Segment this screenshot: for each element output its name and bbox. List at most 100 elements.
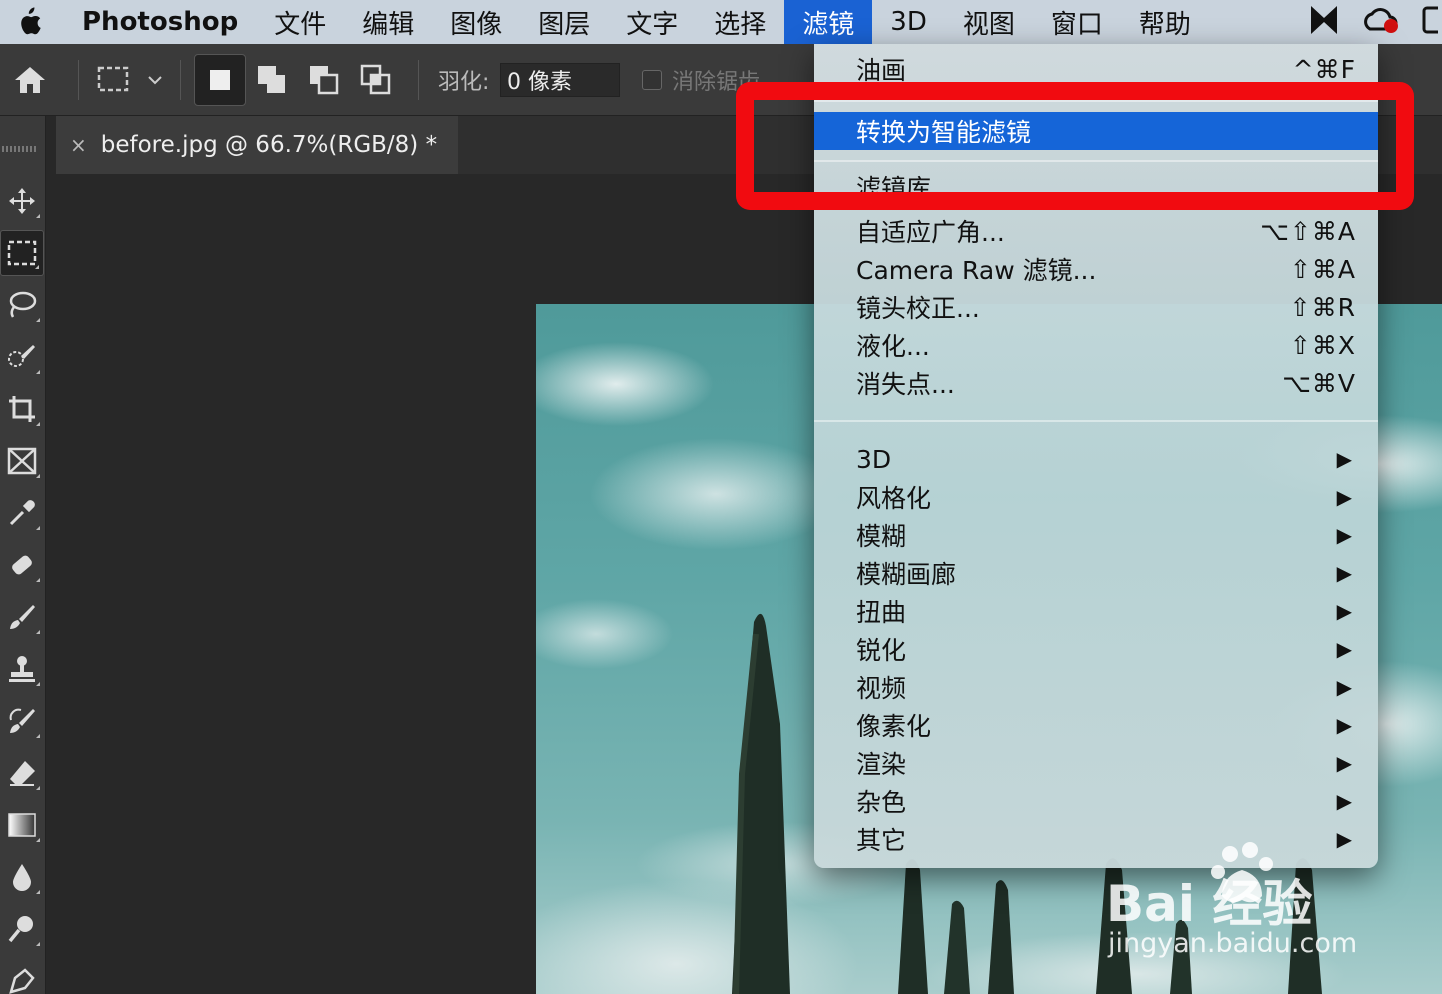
brush-tool-icon[interactable] [0,594,44,640]
menu-image[interactable]: 图像 [432,0,520,44]
add-selection-button[interactable] [256,44,288,116]
marquee-preset-icon[interactable] [96,44,132,116]
menu-edit[interactable]: 编辑 [344,0,432,44]
document-title: before.jpg @ 66.7%(RGB/8) * [100,132,438,158]
creative-cloud-icon[interactable] [1360,5,1400,39]
submenu-arrow-icon: ▶ [1336,713,1352,737]
menu-item-label: 液化... [856,332,930,361]
menu-bar: Photoshop 文件 编辑 图像 图层 文字 选择 滤镜 3D 视图 窗口 … [0,0,1442,44]
menu-item-lens-correction[interactable]: 镜头校正... ⇧⌘R [814,288,1378,326]
bookmark-icon[interactable] [1310,5,1338,39]
menu-item-label: 3D [856,444,892,474]
menu-item-shortcut: ^⌘F [1292,54,1356,84]
menu-item-adaptive-wide-angle[interactable]: 自适应广角... ⌥⇧⌘A [814,212,1378,250]
paw-icon [1211,842,1273,903]
antialias-checkbox[interactable] [642,70,662,90]
submenu-arrow-icon: ▶ [1336,447,1352,471]
apple-icon[interactable] [0,0,58,44]
gradient-tool-icon[interactable] [0,802,44,848]
menu-item-label: 镜头校正... [856,294,980,323]
new-selection-button[interactable] [194,54,246,106]
menu-item-label: 锐化 [856,636,907,665]
submenu-distort[interactable]: 扭曲 ▶ [814,592,1378,630]
submenu-noise[interactable]: 杂色 ▶ [814,782,1378,820]
menu-item-label: 风格化 [856,484,932,513]
history-brush-tool-icon[interactable] [0,698,44,744]
dodge-tool-icon[interactable] [0,906,44,952]
chevron-down-icon[interactable] [146,44,164,116]
marquee-tool-icon[interactable] [0,230,44,276]
menu-item-camera-raw[interactable]: Camera Raw 滤镜... ⇧⌘A [814,250,1378,288]
status-area [1310,0,1442,44]
tools-panel [0,116,46,994]
panel-grip[interactable] [2,146,36,152]
eraser-tool-icon[interactable] [0,750,44,796]
menu-select[interactable]: 选择 [696,0,784,44]
menu-item-vanishing-point[interactable]: 消失点... ⌥⌘V [814,364,1378,402]
submenu-arrow-icon: ▶ [1336,523,1352,547]
menu-item-label: 模糊画廊 [856,560,957,589]
submenu-render[interactable]: 渲染 ▶ [814,744,1378,782]
crop-tool-icon[interactable] [0,386,44,432]
menu-item-label: 其它 [856,826,907,855]
submenu-arrow-icon: ▶ [1336,675,1352,699]
menu-item-label: 杂色 [856,788,907,817]
menu-item-label: 自适应广角... [856,218,1005,247]
submenu-3d[interactable]: 3D ▶ [814,440,1378,478]
screen-icon[interactable] [1422,5,1442,39]
submenu-arrow-icon: ▶ [1336,561,1352,585]
document-tab[interactable]: × before.jpg @ 66.7%(RGB/8) * [56,116,458,174]
menu-item-shortcut: ⌥⌘V [1282,368,1356,398]
menu-item-liquify[interactable]: 液化... ⇧⌘X [814,326,1378,364]
submenu-arrow-icon: ▶ [1336,637,1352,661]
menu-file[interactable]: 文件 [256,0,344,44]
menu-item-shortcut: ⇧⌘A [1289,254,1356,284]
move-tool-icon[interactable] [0,178,44,224]
annotation-highlight-box [736,82,1414,210]
baidu-jingyan-watermark: Bai 经验 jingyan.baidu.com [1106,840,1406,970]
watermark-url: jingyan.baidu.com [1108,928,1358,959]
menu-3d[interactable]: 3D [872,0,945,44]
menu-item-label: 视频 [856,674,907,703]
submenu-arrow-icon: ▶ [1336,789,1352,813]
clone-stamp-tool-icon[interactable] [0,646,44,692]
submenu-blur-gallery[interactable]: 模糊画廊 ▶ [814,554,1378,592]
intersect-selection-button[interactable] [360,44,392,116]
submenu-pixelate[interactable]: 像素化 ▶ [814,706,1378,744]
menu-item-label: 像素化 [856,712,932,741]
pen-tool-icon[interactable] [0,958,44,994]
menu-item-shortcut: ⌥⇧⌘A [1260,216,1356,246]
menu-item-label: 模糊 [856,522,907,551]
submenu-stylize[interactable]: 风格化 ▶ [814,478,1378,516]
subtract-selection-button[interactable] [308,44,340,116]
quick-select-tool-icon[interactable] [0,334,44,380]
menu-layer[interactable]: 图层 [520,0,608,44]
menu-item-label: Camera Raw 滤镜... [856,256,1097,285]
menu-help[interactable]: 帮助 [1121,0,1209,44]
submenu-blur[interactable]: 模糊 ▶ [814,516,1378,554]
healing-brush-tool-icon[interactable] [0,542,44,588]
close-tab-icon[interactable]: × [70,133,87,157]
eyedropper-tool-icon[interactable] [0,490,44,536]
blur-tool-icon[interactable] [0,854,44,900]
menu-window[interactable]: 窗口 [1033,0,1121,44]
feather-input[interactable] [500,63,620,97]
menu-item-label: 扭曲 [856,598,907,627]
feather-label: 羽化: [438,70,490,95]
lasso-tool-icon[interactable] [0,282,44,328]
menu-item-label: 渲染 [856,750,907,779]
menu-filter[interactable]: 滤镜 [784,0,873,44]
frame-tool-icon[interactable] [0,438,44,484]
submenu-sharpen[interactable]: 锐化 ▶ [814,630,1378,668]
menu-view[interactable]: 视图 [945,0,1033,44]
menu-item-shortcut: ⇧⌘X [1289,330,1356,360]
home-icon[interactable] [12,44,48,116]
menu-type[interactable]: 文字 [608,0,696,44]
submenu-arrow-icon: ▶ [1336,485,1352,509]
app-name[interactable]: Photoshop [58,7,256,37]
submenu-arrow-icon: ▶ [1336,599,1352,623]
menu-item-label: 消失点... [856,370,955,399]
menu-item-shortcut: ⇧⌘R [1289,292,1356,322]
submenu-video[interactable]: 视频 ▶ [814,668,1378,706]
submenu-arrow-icon: ▶ [1336,751,1352,775]
